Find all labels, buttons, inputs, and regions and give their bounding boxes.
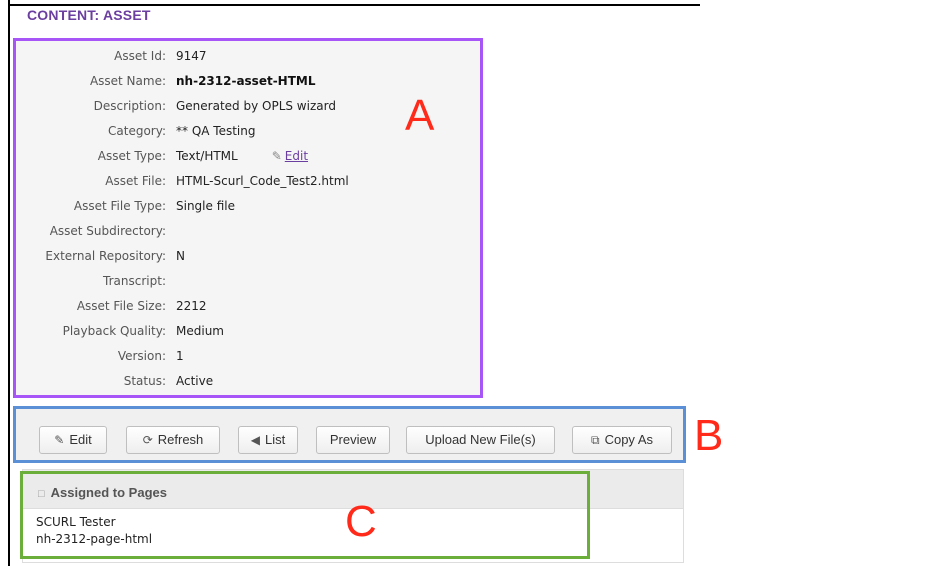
asset-field-label: Asset Subdirectory:: [49, 224, 166, 238]
asset-field-label: Status:: [123, 374, 166, 388]
asset-field-label: Asset File Type:: [73, 199, 166, 213]
annotation-letter-c: C: [345, 497, 377, 546]
page-title: CONTENT: ASSET: [27, 7, 151, 23]
asset-field-label: Category:: [108, 124, 166, 138]
asset-toolbar: ✎ Edit ⟳ Refresh ◀ List Preview Upload New …: [13, 406, 686, 463]
asset-field-value-text: ** QA Testing: [176, 124, 256, 138]
asset-field-value-text: Generated by OPLS wizard: [176, 99, 336, 113]
annotation-letter-a: A: [405, 91, 435, 140]
asset-field-value: 9147: [176, 49, 207, 63]
copy-as-button-label: Copy As: [604, 432, 653, 447]
refresh-button[interactable]: ⟳ Refresh: [126, 426, 220, 454]
asset-field-value-text: Single file: [176, 199, 235, 213]
asset-field-value: ** QA Testing: [176, 124, 255, 138]
asset-field-label: Version:: [117, 349, 166, 363]
assigned-pages-title-text: Assigned to Pages: [50, 485, 167, 500]
asset-field-label: Playback Quality:: [62, 324, 166, 338]
asset-field-value: Active: [176, 374, 213, 388]
window-left-border: [8, 0, 10, 566]
pencil-square-icon: ✎: [271, 149, 282, 163]
copy-icon: ⧉: [591, 433, 600, 447]
asset-field-row: Playback Quality: Medium: [16, 324, 476, 344]
asset-field-label: Asset File:: [105, 174, 166, 188]
asset-field-row: Asset File Type: Single file: [16, 199, 476, 219]
assigned-pages-highlight: □ Assigned to Pages SCURL Tester nh-2312-…: [20, 471, 590, 559]
asset-field-row: Transcript:: [16, 274, 476, 294]
asset-field-row: Status: Active: [16, 374, 476, 394]
asset-field-value: nh-2312-asset-HTML: [176, 74, 316, 88]
upload-new-files-button[interactable]: Upload New File(s): [406, 426, 555, 454]
asset-field-row: Asset File Size: 2212: [16, 299, 476, 319]
asset-field-value: 2212: [176, 299, 207, 313]
asset-field-row: Version: 1: [16, 349, 476, 369]
list-button[interactable]: ◀ List: [238, 426, 298, 454]
asset-field-value: HTML-Scurl_Code_Test2.html: [176, 174, 349, 188]
preview-button[interactable]: Preview: [316, 426, 390, 454]
asset-field-value: Generated by OPLS wizard: [176, 99, 336, 113]
edit-button[interactable]: ✎ Edit: [39, 426, 107, 454]
assigned-page-item[interactable]: nh-2312-page-html: [36, 532, 152, 546]
refresh-button-label: Refresh: [157, 432, 204, 447]
asset-field-value-text: 9147: [176, 49, 207, 63]
asset-field-label: Asset Id:: [114, 49, 166, 63]
asset-field-label: Asset File Size:: [76, 299, 166, 313]
asset-field-label: Transcript:: [103, 274, 166, 288]
asset-field-label: Description:: [93, 99, 166, 113]
asset-field-label: Asset Type:: [97, 149, 166, 163]
asset-field-value-text: N: [176, 249, 185, 263]
asset-field-value: Text/HTML ✎ Edit: [176, 149, 308, 163]
list-button-label: List: [265, 432, 286, 447]
asset-field-label: Asset Name:: [89, 74, 166, 88]
asset-field-value-text: Medium: [176, 324, 224, 338]
asset-field-label: External Repository:: [45, 249, 166, 263]
copy-as-button[interactable]: ⧉ Copy As: [572, 426, 672, 454]
asset-field-row: Asset Id: 9147: [16, 49, 476, 69]
edit-button-label: Edit: [69, 432, 92, 447]
asset-field-row: External Repository: N: [16, 249, 476, 269]
window-top-border: [8, 4, 700, 6]
asset-field-value: Single file: [176, 199, 235, 213]
asset-type-edit-link-label: Edit: [284, 149, 309, 163]
preview-button-label: Preview: [329, 432, 377, 447]
asset-field-value-text: 1: [176, 349, 184, 363]
asset-field-value-text: nh-2312-asset-HTML: [176, 74, 316, 88]
asset-field-row: Asset File: HTML-Scurl_Code_Test2.html: [16, 174, 476, 194]
caret-left-icon: ◀: [250, 433, 260, 447]
assigned-page-item[interactable]: SCURL Tester: [36, 515, 116, 529]
asset-field-value-text: HTML-Scurl_Code_Test2.html: [176, 174, 349, 188]
asset-field-value-text: 2212: [176, 299, 207, 313]
assigned-pages-title: □ Assigned to Pages: [38, 485, 167, 500]
asset-type-edit-link[interactable]: ✎ Edit: [272, 149, 308, 163]
asset-field-value-text: Active: [176, 374, 214, 388]
file-icon: □: [38, 488, 45, 500]
annotation-letter-b: B: [694, 411, 724, 460]
refresh-icon: ⟳: [142, 433, 153, 447]
asset-field-value: 1: [176, 349, 184, 363]
asset-field-value-text: Text/HTML: [176, 149, 238, 163]
asset-field-row: Asset Type: Text/HTML ✎ Edit: [16, 149, 476, 169]
asset-field-value: Medium: [176, 324, 224, 338]
upload-button-label: Upload New File(s): [425, 432, 536, 447]
asset-field-value: N: [176, 249, 185, 263]
pencil-square-icon: ✎: [54, 433, 65, 447]
asset-field-row: Asset Subdirectory:: [16, 224, 476, 244]
